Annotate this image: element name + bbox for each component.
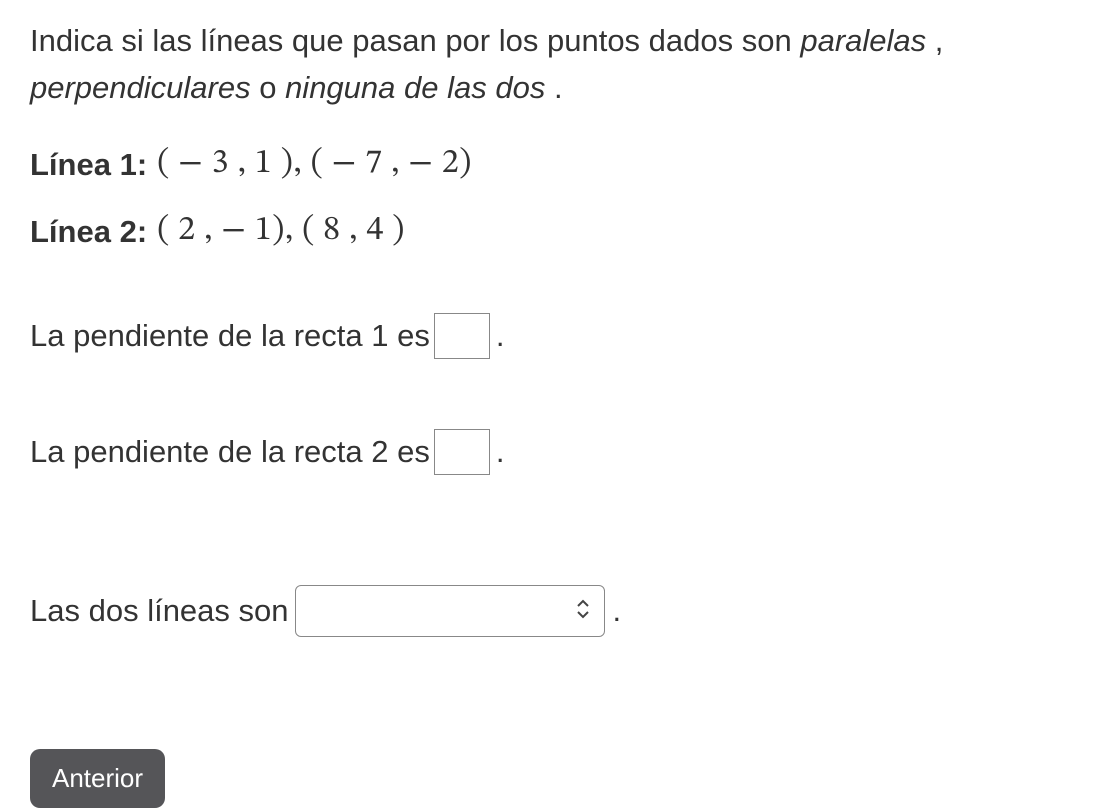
instruction-italic-paralelas: paralelas xyxy=(800,23,934,58)
slope-1-prefix: La pendiente de la recta 1 es xyxy=(30,318,430,354)
line-2-label: Línea 2: xyxy=(30,214,147,250)
slope-2-period: . xyxy=(496,434,505,470)
line-2-points: ( 2 , − 1), ( 8 , 4 ) xyxy=(157,210,405,253)
slope-2-prefix: La pendiente de la recta 2 es xyxy=(30,434,430,470)
line-1-label: Línea 1: xyxy=(30,147,147,183)
relationship-select[interactable] xyxy=(295,585,605,637)
instruction-part1: Indica si las líneas que pasan por los p… xyxy=(30,23,800,58)
instruction-mid: o xyxy=(251,70,285,105)
slope-2-input[interactable] xyxy=(434,429,490,475)
line-1-row: Línea 1: ( − 3 , 1 ), ( − 7 , − 2) xyxy=(30,143,1094,186)
line-2-row: Línea 2: ( 2 , − 1), ( 8 , 4 ) xyxy=(30,210,1094,253)
instruction-end: . xyxy=(554,70,563,105)
instruction-comma: , xyxy=(935,23,944,58)
slope-1-period: . xyxy=(496,318,505,354)
final-period: . xyxy=(613,593,622,629)
slope-2-row: La pendiente de la recta 2 es . xyxy=(30,429,1094,475)
final-answer-row: Las dos líneas son . xyxy=(30,585,1094,637)
slope-1-input[interactable] xyxy=(434,313,490,359)
line-1-points: ( − 3 , 1 ), ( − 7 , − 2) xyxy=(157,143,472,186)
instruction-text: Indica si las líneas que pasan por los p… xyxy=(30,18,1094,111)
final-prefix: Las dos líneas son xyxy=(30,593,289,629)
anterior-button[interactable]: Anterior xyxy=(30,749,165,808)
slope-1-row: La pendiente de la recta 1 es . xyxy=(30,313,1094,359)
instruction-italic-perpendiculares: perpendiculares xyxy=(30,70,251,105)
instruction-italic-ninguna: ninguna de las dos xyxy=(285,70,554,105)
